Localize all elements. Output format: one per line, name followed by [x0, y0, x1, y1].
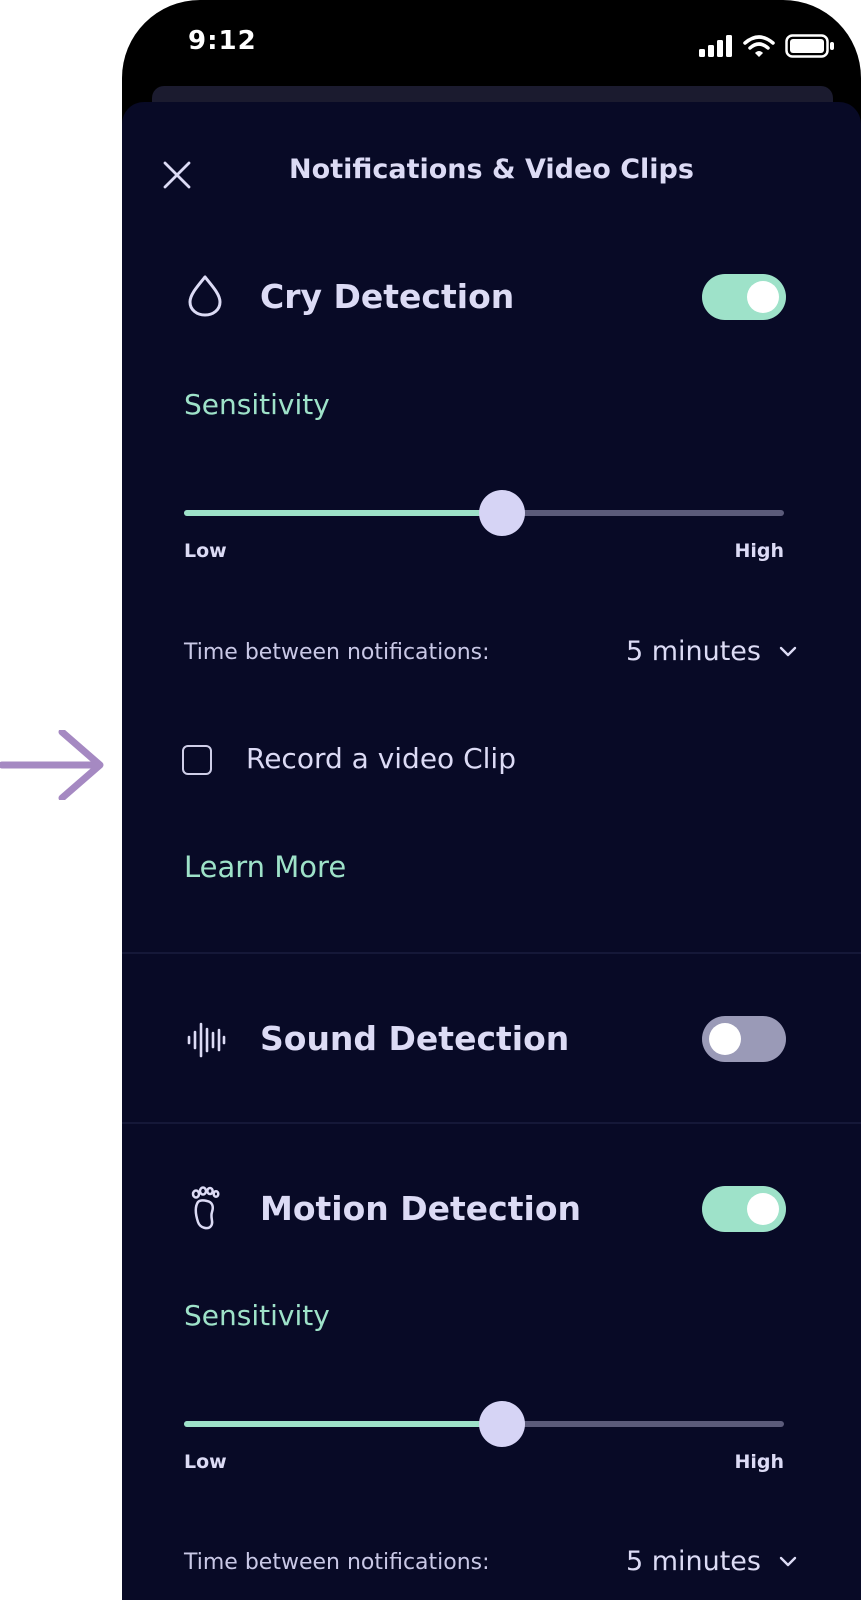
slider-thumb[interactable] [479, 1401, 525, 1447]
arrow-right-icon [0, 730, 104, 800]
slider-fill [184, 1421, 502, 1427]
drop-icon [188, 275, 222, 317]
section-divider [122, 952, 861, 954]
record-video-checkbox[interactable] [182, 745, 212, 775]
motion-time-between-value: 5 minutes [625, 1546, 761, 1577]
toggle-knob [709, 1023, 741, 1055]
toggle-knob [747, 281, 779, 313]
cry-detection-toggle[interactable] [702, 274, 786, 320]
slider-thumb[interactable] [479, 490, 525, 536]
cry-sensitivity-slider[interactable] [184, 488, 784, 538]
slider-fill [184, 510, 502, 516]
cry-detection-title: Cry Detection [260, 277, 515, 316]
motion-slider-high-label: High [734, 1451, 784, 1473]
record-video-label: Record a video Clip [246, 742, 516, 775]
motion-time-between-select[interactable]: 5 minutes [626, 1546, 797, 1577]
status-icons [699, 34, 835, 58]
page-title: Notifications & Video Clips [289, 154, 694, 185]
motion-sensitivity-slider[interactable] [184, 1399, 784, 1449]
cry-slider-high-label: High [734, 540, 784, 562]
soundwave-icon [187, 1022, 226, 1058]
cry-time-between-label: Time between notifications: [184, 640, 490, 665]
cry-time-between-select[interactable]: 5 minutes [626, 636, 797, 667]
toggle-knob [747, 1193, 779, 1225]
battery-icon [785, 34, 834, 58]
section-divider [122, 1122, 861, 1124]
wifi-icon [743, 35, 775, 57]
status-time: 9:12 [188, 26, 257, 56]
sound-detection-title: Sound Detection [260, 1019, 570, 1058]
motion-sensitivity-label: Sensitivity [184, 1299, 330, 1332]
notifications-sheet: Notifications & Video Clips Cry Detectio… [122, 102, 861, 1600]
cry-sensitivity-label: Sensitivity [184, 388, 330, 421]
motion-detection-toggle[interactable] [702, 1186, 786, 1232]
learn-more-link[interactable]: Learn More [184, 850, 346, 884]
cry-slider-low-label: Low [184, 540, 227, 562]
motion-detection-title: Motion Detection [260, 1189, 581, 1228]
motion-time-between-label: Time between notifications: [184, 1550, 490, 1575]
motion-slider-low-label: Low [184, 1451, 227, 1473]
signal-icon [699, 35, 732, 57]
chevron-down-icon [779, 1556, 797, 1566]
sound-detection-toggle[interactable] [702, 1016, 786, 1062]
phone-frame: 9:12 Notifications & Video Clips Cry Det… [122, 0, 861, 1600]
cry-time-between-value: 5 minutes [625, 636, 761, 667]
footprint-icon [191, 1186, 220, 1230]
chevron-down-icon [779, 646, 797, 656]
status-bar: 9:12 [122, 0, 861, 92]
